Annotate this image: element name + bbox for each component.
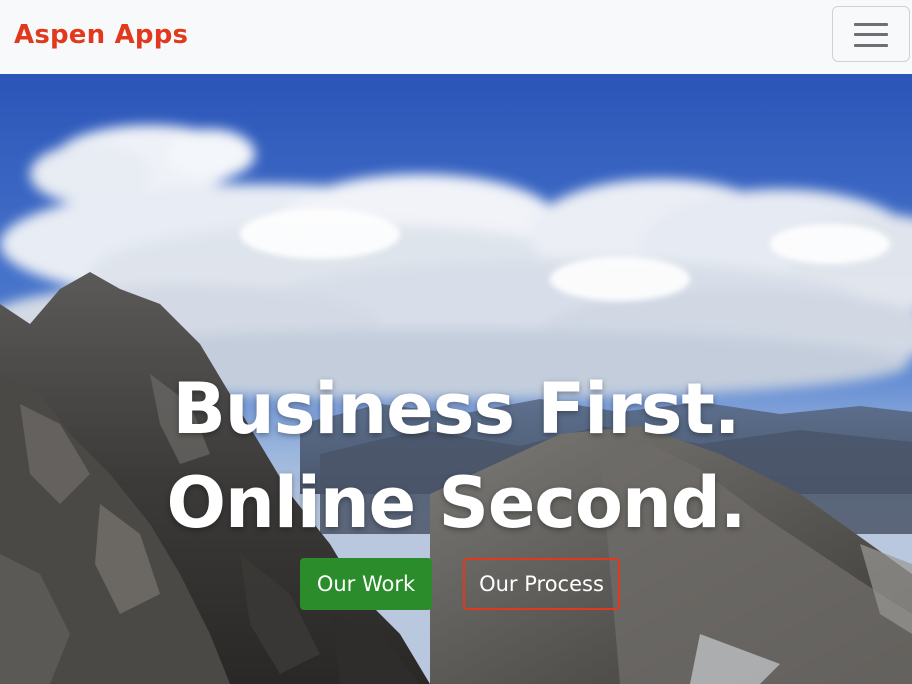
- brand-logo[interactable]: Aspen Apps: [14, 18, 188, 52]
- our-work-button[interactable]: Our Work: [300, 558, 432, 610]
- headline-line-1: Business First.: [172, 368, 741, 450]
- navbar-toggler-button[interactable]: [832, 6, 910, 62]
- headline-line-2: Online Second.: [166, 462, 746, 544]
- navbar: Aspen Apps: [0, 0, 912, 74]
- our-process-button[interactable]: Our Process: [463, 558, 620, 610]
- hamburger-menu-icon: [854, 23, 888, 47]
- hero-section: Business First. Online Second. Our Work …: [0, 74, 912, 684]
